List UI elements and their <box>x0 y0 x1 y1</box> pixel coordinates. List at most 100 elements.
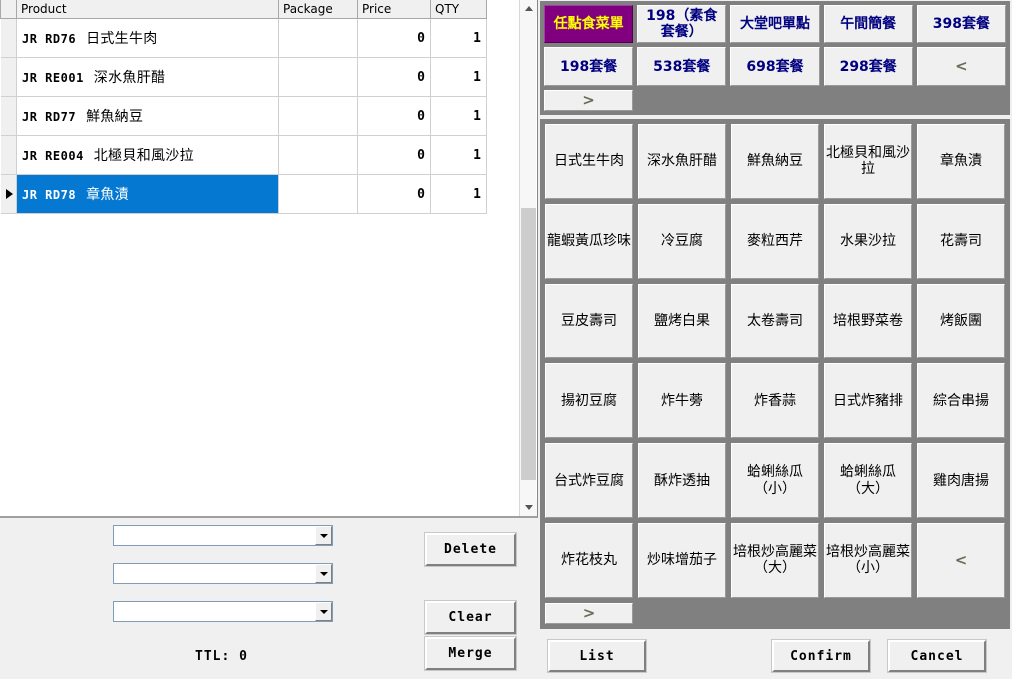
product-name: 鮮魚納豆 <box>86 109 144 125</box>
column-header-qty[interactable]: QTY <box>430 0 487 19</box>
menu-panel: 任點食菜單 198（素食套餐） 大堂吧單點 午間簡餐 398套餐 198套餐 538套餐 69… <box>538 0 1012 679</box>
product-button-19[interactable]: 綜合串揚 <box>917 363 1005 439</box>
product-button-6[interactable]: 冷豆腐 <box>638 203 726 279</box>
table-row[interactable]: JR RD78 章魚漬 0 1 <box>0 174 487 214</box>
product-button-26[interactable]: 炒味增茄子 <box>638 522 726 598</box>
option-dropdown-2-arrow[interactable] <box>315 564 332 583</box>
row-selector-cell[interactable] <box>0 135 17 175</box>
cell-product[interactable]: JR RE001 深水魚肝醋 <box>16 57 279 97</box>
product-button-grid: 日式生牛肉 深水魚肝醋 鮮魚納豆 北極貝和風沙拉 章魚漬龍蝦黃瓜珍味 冷豆腐 麥粒西芹 水果沙… <box>540 119 1010 629</box>
category-button-7[interactable]: 698套餐 <box>730 47 820 86</box>
product-button-13[interactable]: 培根野菜卷 <box>824 283 912 359</box>
cell-package[interactable] <box>278 96 358 136</box>
product-button-0[interactable]: 日式生牛肉 <box>545 124 633 199</box>
product-button-18[interactable]: 日式炸豬排 <box>824 363 912 439</box>
cell-price[interactable]: 0 <box>357 174 431 214</box>
cell-qty[interactable]: 1 <box>430 135 487 175</box>
order-grid-scrollbar[interactable] <box>519 0 537 516</box>
category-next-button[interactable]: > <box>544 89 634 111</box>
scroll-up-button[interactable] <box>520 0 537 17</box>
product-button-23[interactable]: 蛤蜊絲瓜（大） <box>824 443 912 518</box>
cell-product[interactable]: JR RE004 北極貝和風沙拉 <box>16 135 279 175</box>
table-row[interactable]: JR RE004 北極貝和風沙拉 0 1 <box>0 135 487 175</box>
product-button-15[interactable]: 揚初豆腐 <box>545 363 633 439</box>
product-button-12[interactable]: 太卷壽司 <box>731 283 819 359</box>
product-button-21[interactable]: 酥炸透抽 <box>638 443 726 518</box>
option-dropdown-3[interactable] <box>113 601 333 622</box>
product-button-17[interactable]: 炸香蒜 <box>731 363 819 439</box>
column-header-product[interactable]: Product <box>16 0 279 19</box>
product-next-button[interactable]: > <box>545 602 633 624</box>
product-button-1[interactable]: 深水魚肝醋 <box>638 124 726 199</box>
cell-price[interactable]: 0 <box>357 96 431 136</box>
product-name: 日式生牛肉 <box>86 31 158 47</box>
cell-price[interactable]: 0 <box>357 18 431 58</box>
product-name: 章魚漬 <box>86 187 129 203</box>
product-button-25[interactable]: 炸花枝丸 <box>545 522 633 598</box>
product-button-3[interactable]: 北極貝和風沙拉 <box>824 124 912 199</box>
product-prev-button[interactable]: < <box>917 522 1005 598</box>
cell-price[interactable]: 0 <box>357 57 431 97</box>
order-grid-header-row: Product Package Price QTY <box>0 0 487 19</box>
option-dropdown-1-arrow[interactable] <box>315 526 332 545</box>
cell-package[interactable] <box>278 18 358 58</box>
product-button-8[interactable]: 水果沙拉 <box>824 203 912 279</box>
category-button-2[interactable]: 大堂吧單點 <box>730 5 820 44</box>
cell-package[interactable] <box>278 174 358 214</box>
cell-qty[interactable]: 1 <box>430 57 487 97</box>
table-row[interactable]: JR RE001 深水魚肝醋 0 1 <box>0 57 487 97</box>
product-button-10[interactable]: 豆皮壽司 <box>545 283 633 359</box>
order-controls-panel: TTL: 0 Delete Clear Merge <box>0 518 538 679</box>
row-selector-cell[interactable] <box>0 18 17 58</box>
product-button-22[interactable]: 蛤蜊絲瓜（小） <box>731 443 819 518</box>
cell-qty[interactable]: 1 <box>430 96 487 136</box>
product-button-4[interactable]: 章魚漬 <box>917 124 1005 199</box>
list-button[interactable]: List <box>547 639 647 673</box>
cancel-button[interactable]: Cancel <box>887 639 987 673</box>
option-dropdown-2[interactable] <box>113 563 333 584</box>
product-button-14[interactable]: 烤飯團 <box>917 283 1005 359</box>
cell-product[interactable]: JR RD78 章魚漬 <box>16 174 279 214</box>
product-button-5[interactable]: 龍蝦黃瓜珍味 <box>545 203 633 279</box>
confirm-button[interactable]: Confirm <box>771 639 871 673</box>
product-code: JR RD76 <box>22 32 77 46</box>
category-button-0[interactable]: 任點食菜單 <box>544 5 634 44</box>
product-button-11[interactable]: 鹽烤白果 <box>638 283 726 359</box>
category-button-8[interactable]: 298套餐 <box>823 47 913 86</box>
row-selector-cell[interactable] <box>0 57 17 97</box>
category-button-3[interactable]: 午間簡餐 <box>823 5 913 44</box>
category-button-6[interactable]: 538套餐 <box>637 47 727 86</box>
cell-qty[interactable]: 1 <box>430 18 487 58</box>
clear-button[interactable]: Clear <box>424 600 517 635</box>
product-button-20[interactable]: 台式炸豆腐 <box>545 443 633 518</box>
table-row[interactable]: JR RD77 鮮魚納豆 0 1 <box>0 96 487 136</box>
scrollbar-thumb[interactable] <box>521 208 536 480</box>
product-button-27[interactable]: 培根炒高麗菜（大） <box>731 522 819 598</box>
scroll-down-button[interactable] <box>520 499 537 516</box>
category-button-1[interactable]: 198（素食套餐） <box>637 5 727 44</box>
cell-qty[interactable]: 1 <box>430 174 487 214</box>
option-dropdown-3-arrow[interactable] <box>315 602 332 621</box>
option-dropdown-1[interactable] <box>113 525 333 546</box>
table-row[interactable]: JR RD76 日式生牛肉 0 1 <box>0 18 487 58</box>
category-button-5[interactable]: 198套餐 <box>544 47 634 86</box>
category-prev-button[interactable]: < <box>916 47 1006 86</box>
column-header-package[interactable]: Package <box>278 0 358 19</box>
product-button-16[interactable]: 炸牛蒡 <box>638 363 726 439</box>
row-selector-cell[interactable] <box>0 174 17 214</box>
category-button-4[interactable]: 398套餐 <box>916 5 1006 44</box>
cell-package[interactable] <box>278 135 358 175</box>
column-header-price[interactable]: Price <box>357 0 431 19</box>
product-button-24[interactable]: 雞肉唐揚 <box>917 443 1005 518</box>
product-button-2[interactable]: 鮮魚納豆 <box>731 124 819 199</box>
delete-button[interactable]: Delete <box>424 532 517 567</box>
product-button-28[interactable]: 培根炒高麗菜（小） <box>824 522 912 598</box>
cell-product[interactable]: JR RD76 日式生牛肉 <box>16 18 279 58</box>
merge-button[interactable]: Merge <box>424 636 517 671</box>
cell-product[interactable]: JR RD77 鮮魚納豆 <box>16 96 279 136</box>
product-button-9[interactable]: 花壽司 <box>917 203 1005 279</box>
cell-price[interactable]: 0 <box>357 135 431 175</box>
cell-package[interactable] <box>278 57 358 97</box>
product-button-7[interactable]: 麥粒西芹 <box>731 203 819 279</box>
row-selector-cell[interactable] <box>0 96 17 136</box>
